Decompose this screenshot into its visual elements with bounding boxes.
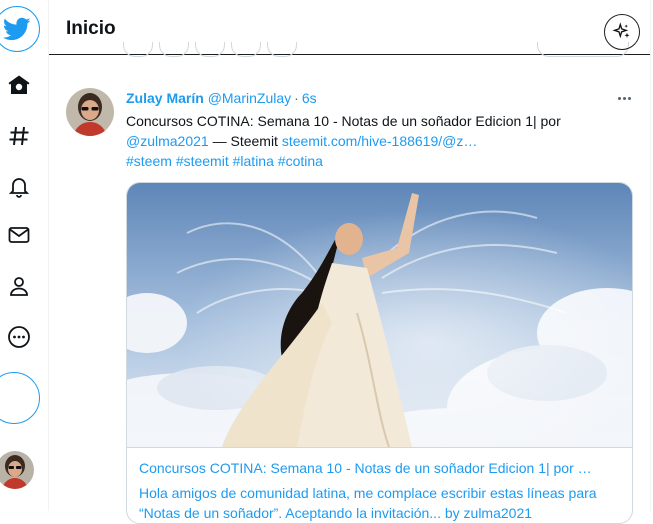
card-image (127, 183, 632, 448)
peek-shape (195, 42, 225, 57)
hashtag-link[interactable]: #latina (233, 153, 274, 169)
mail-icon (8, 227, 30, 243)
peek-shape (231, 42, 261, 57)
account-avatar[interactable] (0, 451, 34, 489)
separator-dot: · (294, 90, 299, 106)
dot (622, 96, 626, 100)
twitter-bird-icon (3, 17, 31, 41)
peek-shape (123, 42, 153, 57)
top-tweets-button[interactable] (604, 14, 640, 50)
sparkle-icon (612, 22, 630, 39)
tweet-header: Zulay Marín @MarinZulay · 6s (126, 90, 317, 106)
avatar-photo-icon (0, 451, 34, 489)
peek-shape (267, 42, 297, 57)
card-description[interactable]: Hola amigos de comunidad latina, me comp… (139, 483, 619, 523)
column-divider-right (650, 0, 651, 511)
dot (627, 96, 631, 100)
hashtags-line: #steem #steemit #latina #cotina (126, 151, 626, 171)
timeline-header: Inicio (49, 0, 650, 57)
profile-icon (10, 277, 28, 296)
more-options-icon (8, 326, 30, 348)
peek-shape (159, 42, 189, 57)
nav-notifications[interactable] (0, 167, 38, 205)
author-name[interactable]: Zulay Marín (126, 90, 204, 106)
author-handle[interactable]: @MarinZulay (208, 90, 291, 106)
hashtag-link[interactable]: #steemit (176, 153, 229, 169)
twitter-logo-button[interactable] (0, 6, 40, 52)
link-preview-card[interactable]: Concursos COTINA: Semana 10 - Notas de u… (126, 182, 633, 524)
nav-profile[interactable] (0, 267, 38, 305)
nav-messages[interactable] (0, 216, 38, 254)
author-photo-icon (66, 88, 114, 136)
home-icon (8, 75, 30, 94)
tweet-text-steemit: — Steemit (208, 133, 282, 149)
hashtag-icon (9, 126, 29, 146)
nav-home[interactable] (0, 66, 38, 104)
compose-tweet-button[interactable] (0, 372, 40, 424)
left-nav (0, 0, 46, 511)
tweet-timestamp[interactable]: 6s (302, 90, 317, 106)
tweet-text-line1: Concursos COTINA: Semana 10 - Notas de u… (126, 113, 561, 129)
url-link[interactable]: steemit.com/hive-188619/@z… (282, 133, 478, 149)
column-divider-left (48, 0, 49, 511)
tweet-text-line2: @zulma2021 — Steemit steemit.com/hive-18… (126, 131, 626, 151)
dot (617, 96, 621, 100)
tweet-more-button[interactable] (614, 90, 634, 106)
hashtag-link[interactable]: #steem (126, 153, 172, 169)
nav-explore[interactable] (0, 117, 38, 155)
bell-icon (8, 178, 30, 198)
mention-link[interactable]: @zulma2021 (126, 133, 209, 149)
hashtag-link[interactable]: #cotina (278, 153, 323, 169)
page-title: Inicio (66, 18, 116, 39)
tweet-author-avatar[interactable] (66, 88, 114, 136)
tweet-text: Concursos COTINA: Semana 10 - Notas de u… (126, 111, 626, 171)
nav-more[interactable] (0, 318, 38, 356)
card-title[interactable]: Concursos COTINA: Semana 10 - Notas de u… (139, 460, 624, 476)
